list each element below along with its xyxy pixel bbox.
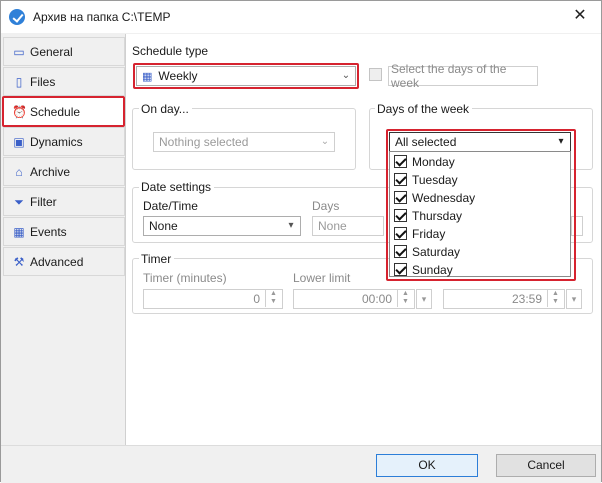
dialog-window: Архив на папка C:\TEMP ✕ ▭ General ▯ Fil… [0,0,602,483]
timer-minutes-input[interactable]: 0 ▲ ▼ [143,289,283,309]
timer-minutes-label: Timer (minutes) [143,271,227,285]
sidebar-item-dynamics[interactable]: ▣ Dynamics [3,127,125,156]
spin-up-icon[interactable]: ▲ [398,290,413,298]
sidebar-item-label: Dynamics [30,134,83,149]
schedule-type-label: Schedule type [132,44,209,58]
sidebar-item-label: Files [30,74,56,89]
sidebar-item-label: General [30,44,73,59]
lower-limit-label: Lower limit [293,271,351,285]
archive-icon: ⌂ [15,164,23,179]
days-of-week-title: Days of the week [375,102,473,116]
dynamics-icon: ▣ [13,134,25,149]
spin-down-icon[interactable]: ▼ [398,298,413,306]
chevron-down-icon[interactable]: ▾ [416,289,432,309]
datetime-value: None [149,219,178,233]
sidebar-item-advanced[interactable]: ⚒ Advanced [3,247,125,276]
sidebar-item-label: Filter [30,194,57,209]
close-icon[interactable]: ✕ [571,7,589,25]
spin-down-icon[interactable]: ▼ [548,298,563,306]
days-label: Days [312,199,340,213]
timer-minutes-value: 0 [253,292,260,306]
cancel-button[interactable]: Cancel [496,454,596,477]
dialog-footer: OK Cancel [1,445,601,483]
chevron-down-icon: ▾ [288,220,294,231]
upper-limit-input[interactable]: 23:59 ▲ ▼ [443,289,565,309]
sidebar-item-label: Advanced [30,254,84,269]
highlight-frame-days-of-week [386,129,576,281]
filter-icon: ⏷ [14,194,24,209]
on-day-title: On day... [139,102,192,116]
datetime-select[interactable]: None ▾ [143,216,301,236]
on-day-value: Nothing selected [159,135,249,149]
sidebar-item-general[interactable]: ▭ General [3,37,125,66]
sidebar-item-label: Events [30,224,67,239]
spin-up-icon[interactable]: ▲ [266,290,281,298]
select-days-field: Select the days of the week [388,62,538,90]
calendar-icon: ▦ [13,224,25,239]
lower-limit-input[interactable]: 00:00 ▲ ▼ [293,289,415,309]
days-select[interactable]: None [312,216,384,236]
sidebar-item-label: Archive [30,164,71,179]
upper-limit-value: 23:59 [511,292,542,306]
window-title: Архив на папка C:\TEMP [33,10,171,24]
sidebar-item-files[interactable]: ▯ Files [3,67,125,96]
lower-limit-value: 00:00 [361,292,392,306]
timer-title: Timer [139,252,175,266]
title-bar: Архив на папка C:\TEMP ✕ [1,1,601,33]
chevron-down-icon: ⌄ [320,136,330,147]
highlight-frame-schedule [2,96,125,127]
sidebar-item-filter[interactable]: ⏷ Filter [3,187,125,216]
datetime-label: Date/Time [143,199,198,213]
highlight-frame-schedule-type [133,63,359,89]
chevron-down-icon[interactable]: ▾ [566,289,582,309]
spin-buttons[interactable]: ▲ ▼ [547,290,563,307]
app-icon [9,9,25,25]
spin-up-icon[interactable]: ▲ [548,290,563,298]
spin-down-icon[interactable]: ▼ [266,298,281,306]
days-value: None [318,219,347,233]
spin-buttons[interactable]: ▲ ▼ [265,290,281,307]
file-icon: ▯ [15,74,23,89]
sidebar-item-events[interactable]: ▦ Events [3,217,125,246]
spin-buttons[interactable]: ▲ ▼ [397,290,413,307]
wrench-icon: ⚒ [13,254,25,269]
on-day-select[interactable]: Nothing selected ⌄ [153,132,335,152]
date-settings-title: Date settings [139,180,215,194]
sidebar-item-archive[interactable]: ⌂ Archive [3,157,125,186]
ok-button[interactable]: OK [376,454,478,477]
monitor-icon: ▭ [13,44,25,59]
select-days-checkbox[interactable] [369,68,382,81]
